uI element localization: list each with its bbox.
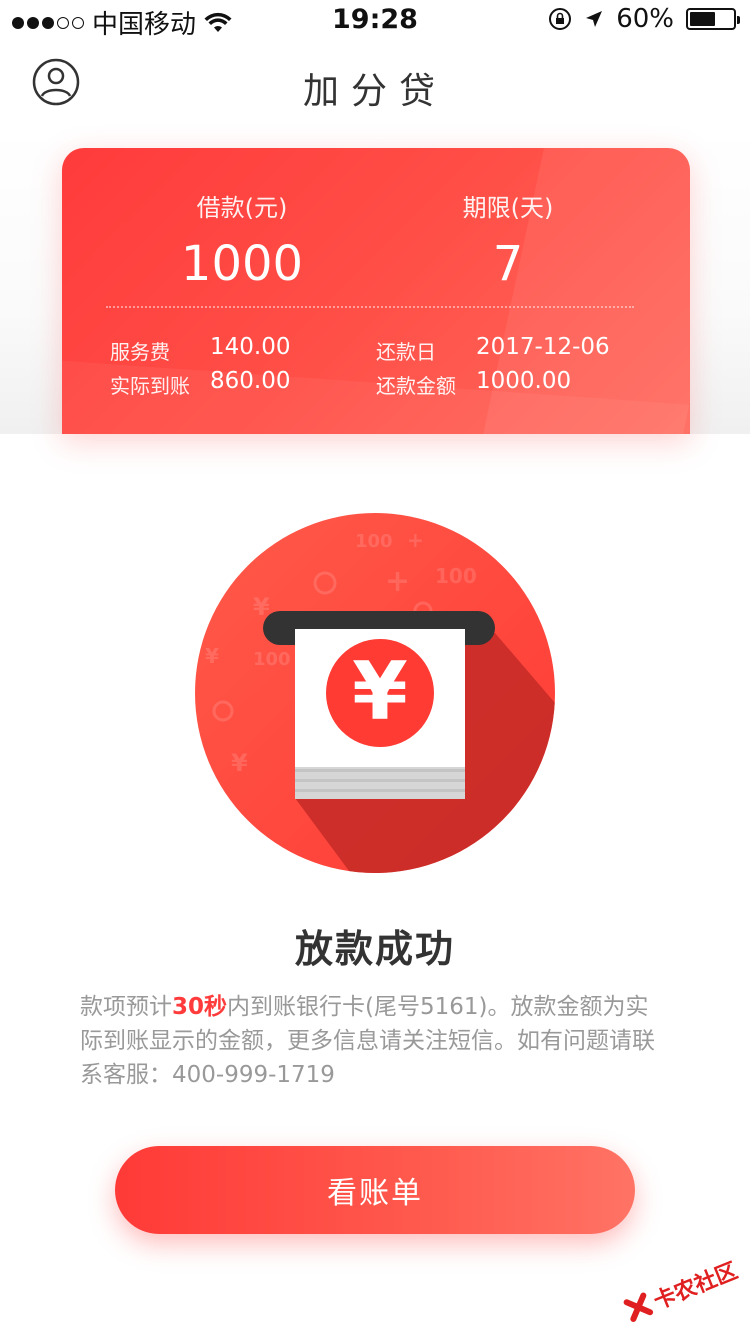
loan-term-value: 7 — [492, 236, 524, 292]
atm-cash-icon: 100 100 100 ¥ ¥ ¥ + + ¥ — [195, 513, 555, 873]
rotation-lock-icon — [549, 8, 572, 30]
repay-amount-value: 1000.00 — [476, 368, 572, 394]
repay-amount-label: 还款金额 — [376, 374, 456, 398]
status-right: 60% — [548, 4, 740, 34]
watermark: 卡农社区 — [620, 1253, 741, 1327]
result-description: 款项预计30秒内到账银行卡(尾号5161)。放款金额为实际到账显示的金额，更多信… — [80, 990, 670, 1092]
battery-icon — [686, 8, 740, 30]
service-fee-value: 140.00 — [210, 334, 291, 360]
view-bill-button[interactable]: 看账单 — [115, 1146, 635, 1234]
card-divider — [106, 306, 634, 308]
loan-term-label: 期限(天) — [462, 194, 554, 222]
desc-text: 款项预计 — [80, 994, 172, 1020]
watermark-text: 卡农社区 — [650, 1258, 742, 1315]
bg-label-100: 100 — [435, 564, 477, 588]
battery-percent: 60% — [616, 4, 674, 34]
bg-label-yen: ¥ — [231, 749, 248, 777]
status-bar: 中国移动 19:28 60% — [0, 0, 750, 40]
desc-highlight-time: 30秒 — [172, 994, 228, 1020]
repay-date-value: 2017-12-06 — [476, 334, 610, 360]
page-title: 加分贷 — [302, 71, 447, 112]
success-title: 放款成功 — [294, 927, 455, 971]
loan-amount-value: 1000 — [180, 236, 304, 292]
nav-bar: 加分贷 — [0, 40, 750, 128]
watermark-logo-icon — [623, 1292, 654, 1322]
received-amount-value: 860.00 — [210, 368, 291, 394]
loan-amount-label: 借款(元) — [196, 194, 288, 222]
location-arrow-icon — [586, 11, 603, 27]
bg-label-plus: + — [385, 564, 410, 599]
battery-fill — [690, 12, 716, 26]
bg-label-100: 100 — [253, 649, 291, 670]
bg-label-plus: + — [407, 528, 424, 552]
bg-label-100: 100 — [355, 531, 393, 552]
yen-symbol: ¥ — [352, 645, 408, 738]
loan-summary-card: 借款(元) 1000 期限(天) 7 服务费 140.00 实际到账 860.0… — [62, 148, 690, 434]
repay-date-label: 还款日 — [376, 340, 436, 364]
service-fee-label: 服务费 — [110, 340, 170, 364]
received-amount-label: 实际到账 — [110, 374, 190, 398]
bg-label-yen: ¥ — [205, 644, 219, 668]
